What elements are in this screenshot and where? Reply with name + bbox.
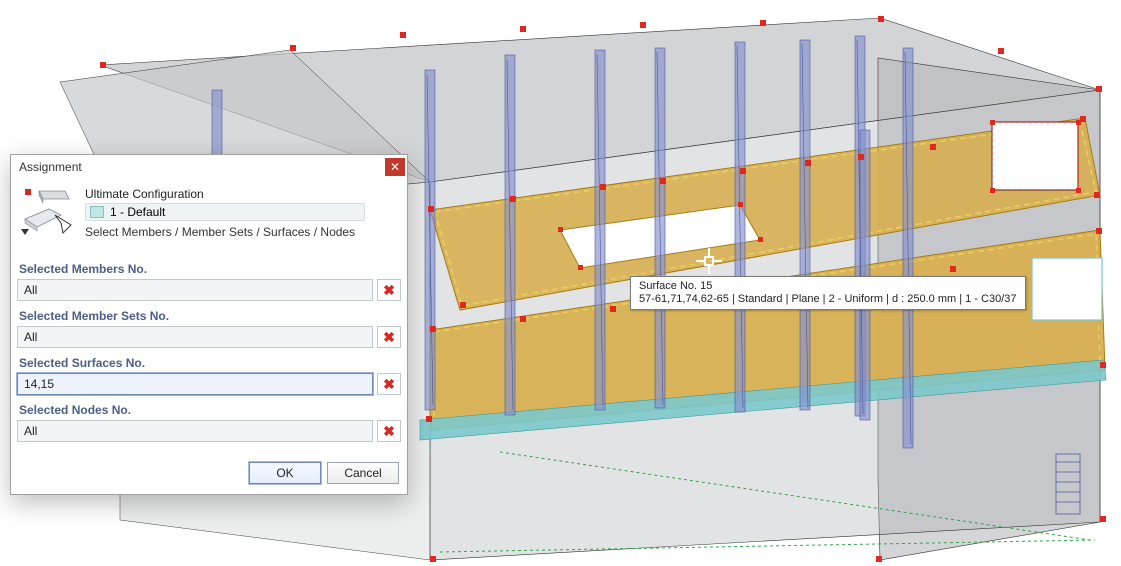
config-heading: Ultimate Configuration — [85, 187, 399, 201]
config-default-row[interactable]: 1 - Default — [85, 203, 365, 221]
surfaces-label: Selected Surfaces No. — [19, 356, 401, 370]
tooltip-line1: Surface No. 15 — [639, 280, 1017, 292]
ok-button[interactable]: OK — [249, 462, 321, 484]
config-icon — [19, 185, 75, 235]
select-hint: Select Members / Member Sets / Surfaces … — [85, 225, 399, 239]
dialog-title: Assignment — [19, 160, 385, 174]
section-surfaces: Selected Surfaces No. ✖ — [17, 356, 401, 395]
assignment-dialog: Assignment ✕ Ultimate Configuration — [10, 154, 408, 495]
surfaces-input[interactable] — [17, 373, 373, 395]
dialog-header: Ultimate Configuration 1 - Default Selec… — [11, 179, 407, 250]
section-member-sets: Selected Member Sets No. ✖ — [17, 309, 401, 348]
membersets-input[interactable] — [17, 326, 373, 348]
config-default-label: 1 - Default — [110, 205, 165, 219]
cancel-button[interactable]: Cancel — [327, 462, 399, 484]
clear-icon: ✖ — [383, 282, 395, 299]
clear-icon: ✖ — [383, 329, 395, 346]
members-input[interactable] — [17, 279, 373, 301]
config-swatch-icon — [90, 206, 104, 218]
close-icon[interactable]: ✕ — [385, 158, 405, 176]
app-canvas: Surface No. 15 57-61,71,74,62-65 | Stand… — [0, 0, 1121, 566]
nodes-label: Selected Nodes No. — [19, 403, 401, 417]
tooltip-line2: 57-61,71,74,62-65 | Standard | Plane | 2… — [639, 293, 1017, 305]
clear-icon: ✖ — [383, 376, 395, 393]
nodes-input[interactable] — [17, 420, 373, 442]
section-nodes: Selected Nodes No. ✖ — [17, 403, 401, 442]
membersets-label: Selected Member Sets No. — [19, 309, 401, 323]
members-clear-button[interactable]: ✖ — [377, 279, 401, 301]
surfaces-clear-button[interactable]: ✖ — [377, 373, 401, 395]
section-members: Selected Members No. ✖ — [17, 262, 401, 301]
nodes-clear-button[interactable]: ✖ — [377, 420, 401, 442]
members-label: Selected Members No. — [19, 262, 401, 276]
membersets-clear-button[interactable]: ✖ — [377, 326, 401, 348]
dialog-titlebar[interactable]: Assignment ✕ — [11, 155, 407, 179]
hover-tooltip: Surface No. 15 57-61,71,74,62-65 | Stand… — [630, 276, 1026, 310]
clear-icon: ✖ — [383, 423, 395, 440]
dialog-buttons: OK Cancel — [11, 452, 407, 494]
